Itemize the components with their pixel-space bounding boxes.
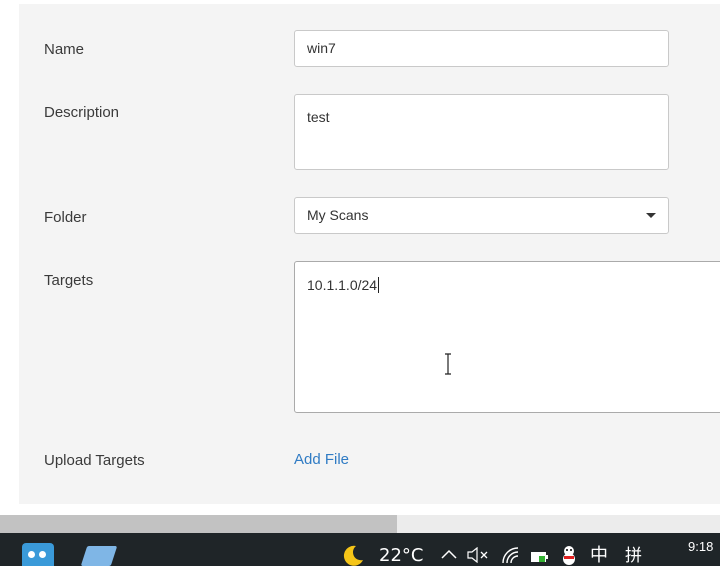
name-value: win7 bbox=[307, 40, 336, 56]
description-label: Description bbox=[44, 104, 120, 121]
scan-settings-panel bbox=[19, 4, 720, 504]
name-label: Name bbox=[44, 41, 85, 58]
battery-icon[interactable] bbox=[530, 550, 550, 564]
moon-icon bbox=[343, 545, 363, 566]
folder-label: Folder bbox=[44, 209, 87, 226]
targets-value: 10.1.1.0/24 bbox=[307, 277, 378, 293]
qq-penguin-icon[interactable] bbox=[561, 545, 577, 566]
folder-selected-value: My Scans bbox=[307, 207, 369, 223]
taskbar-app-icon[interactable] bbox=[22, 543, 54, 566]
ibeam-cursor-icon bbox=[445, 353, 451, 375]
name-input[interactable]: win7 bbox=[294, 30, 669, 67]
folder-select[interactable]: My Scans bbox=[294, 197, 669, 234]
chevron-down-icon bbox=[646, 213, 656, 218]
app-icon-detail bbox=[39, 551, 46, 558]
horizontal-scrollbar-thumb[interactable] bbox=[0, 515, 397, 533]
targets-value-wrap: 10.1.1.0/24 bbox=[307, 277, 380, 293]
description-value: test bbox=[307, 109, 330, 125]
ime-pinyin-text[interactable]: 拼 bbox=[625, 546, 642, 566]
app-icon-detail bbox=[28, 551, 35, 558]
volume-muted-icon[interactable] bbox=[467, 547, 489, 563]
add-file-link[interactable]: Add File bbox=[294, 451, 349, 468]
text-caret bbox=[378, 277, 380, 293]
clock-time[interactable]: 9:18 bbox=[688, 539, 713, 554]
ime-mode-text[interactable]: 中 bbox=[590, 546, 608, 566]
upload-targets-label: Upload Targets bbox=[44, 452, 145, 469]
wifi-icon[interactable] bbox=[501, 546, 519, 564]
taskbar-app-icon[interactable] bbox=[80, 546, 118, 566]
targets-textarea[interactable]: 10.1.1.0/24 bbox=[294, 261, 720, 413]
temperature-text: 22°C bbox=[379, 545, 424, 566]
page: Name win7 Description test Folder My Sca… bbox=[0, 0, 720, 566]
taskbar: 22°C 中 拼 9:18 bbox=[0, 533, 720, 566]
description-textarea[interactable]: test bbox=[294, 94, 669, 170]
chevron-up-icon[interactable] bbox=[441, 548, 457, 560]
targets-label: Targets bbox=[44, 272, 94, 289]
